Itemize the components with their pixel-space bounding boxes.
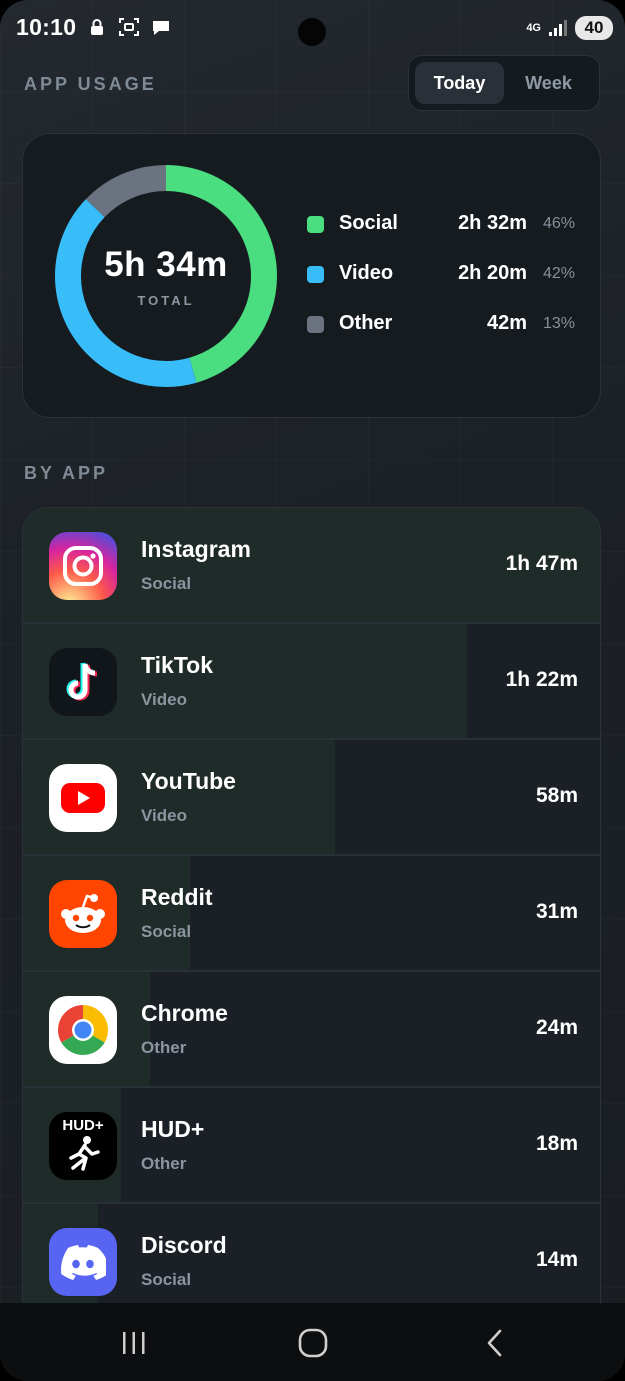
page-title: APP USAGE: [24, 74, 157, 94]
app-usage-time: 14m: [535, 1248, 578, 1271]
discord-icon: [49, 1228, 117, 1296]
legend-percent: 46%: [542, 215, 575, 232]
app-usage-time: 1h 22m: [505, 668, 578, 691]
video-color-dot: [307, 266, 324, 283]
other-color-dot: [307, 316, 324, 333]
list-item-youtube[interactable]: YouTube Video 58m: [23, 740, 600, 856]
legend-percent: 42%: [542, 265, 575, 282]
app-list: Instagram Social 1h 47m TikTok Video 1h …: [22, 507, 601, 1327]
app-name: Chrome: [141, 1000, 228, 1026]
app-name: HUD+: [141, 1116, 205, 1142]
app-name: Discord: [141, 1232, 227, 1258]
usage-summary-card: 5h 34m TOTAL Social 2h 32m 46% Video 2h …: [22, 133, 601, 418]
chrome-icon: [49, 996, 117, 1064]
home-icon[interactable]: [283, 1321, 343, 1365]
app-category: Social: [141, 1270, 192, 1289]
instagram-icon: [49, 532, 117, 600]
youtube-icon: [49, 764, 117, 832]
total-usage-label: TOTAL: [137, 292, 195, 308]
screenshot-icon: [118, 16, 140, 38]
status-time: 10:10: [16, 14, 77, 40]
legend-percent: 13%: [542, 315, 575, 332]
hud-plus-icon-label: HUD+: [62, 1117, 104, 1134]
status-icons: [86, 16, 172, 38]
legend-time: 42m: [486, 312, 527, 334]
legend-name: Video: [339, 262, 394, 284]
app-category: Video: [141, 806, 187, 825]
phone-screen: 10:10 4G 40 APP USAGE Today Week 5h 34m …: [0, 0, 625, 1381]
legend-row-other: Other 42m 13%: [305, 306, 575, 356]
camera-cutout: [298, 18, 326, 46]
chat-bubble-icon: [150, 16, 172, 38]
network-type: 4G: [526, 22, 541, 34]
list-item-tiktok[interactable]: TikTok Video 1h 22m: [23, 624, 600, 740]
legend-name: Social: [339, 212, 398, 234]
legend-time: 2h 32m: [458, 212, 527, 234]
total-usage-value: 5h 34m: [104, 244, 228, 284]
app-category: Social: [141, 922, 192, 941]
tab-today[interactable]: Today: [415, 62, 504, 104]
recent-apps-icon[interactable]: [104, 1321, 164, 1365]
period-toggle: Today Week: [408, 55, 600, 111]
status-bar: 10:10 4G 40: [0, 0, 625, 60]
battery-indicator: 40: [575, 16, 613, 40]
signal-icon: [547, 17, 569, 39]
category-legend: Social 2h 32m 46% Video 2h 20m 42% Other…: [305, 206, 575, 356]
legend-row-video: Video 2h 20m 42%: [305, 256, 575, 306]
app-category: Other: [141, 1154, 187, 1173]
app-name: YouTube: [141, 768, 236, 794]
app-usage-time: 58m: [535, 784, 578, 807]
system-navigation-bar: [0, 1303, 625, 1381]
list-item-chrome[interactable]: Chrome Other 24m: [23, 972, 600, 1088]
app-category: Video: [141, 690, 187, 709]
legend-time: 2h 20m: [458, 262, 527, 284]
status-right: 4G 40: [526, 16, 613, 40]
by-app-heading: BY APP: [24, 463, 109, 483]
app-category: Other: [141, 1038, 187, 1057]
lock-icon: [86, 16, 108, 38]
app-name: TikTok: [141, 652, 213, 678]
list-item-hud-plus[interactable]: HUD+ HUD+ Other 18m: [23, 1088, 600, 1204]
app-usage-time: 24m: [535, 1016, 578, 1039]
app-category: Social: [141, 574, 192, 593]
legend-name: Other: [339, 312, 393, 334]
app-usage-time: 31m: [535, 900, 578, 923]
list-item-reddit[interactable]: Reddit Social 31m: [23, 856, 600, 972]
legend-row-social: Social 2h 32m 46%: [305, 206, 575, 256]
back-icon[interactable]: [464, 1321, 524, 1365]
app-usage-time: 18m: [535, 1132, 578, 1155]
list-item-instagram[interactable]: Instagram Social 1h 47m: [23, 508, 600, 624]
reddit-icon: [49, 880, 117, 948]
app-usage-time: 1h 47m: [505, 552, 578, 575]
tiktok-icon: [49, 648, 117, 716]
tab-week[interactable]: Week: [504, 62, 593, 104]
donut-center: 5h 34m TOTAL: [53, 163, 279, 389]
app-name: Instagram: [141, 536, 251, 562]
app-name: Reddit: [141, 884, 213, 910]
hud-plus-icon: HUD+: [49, 1112, 117, 1180]
social-color-dot: [307, 216, 324, 233]
